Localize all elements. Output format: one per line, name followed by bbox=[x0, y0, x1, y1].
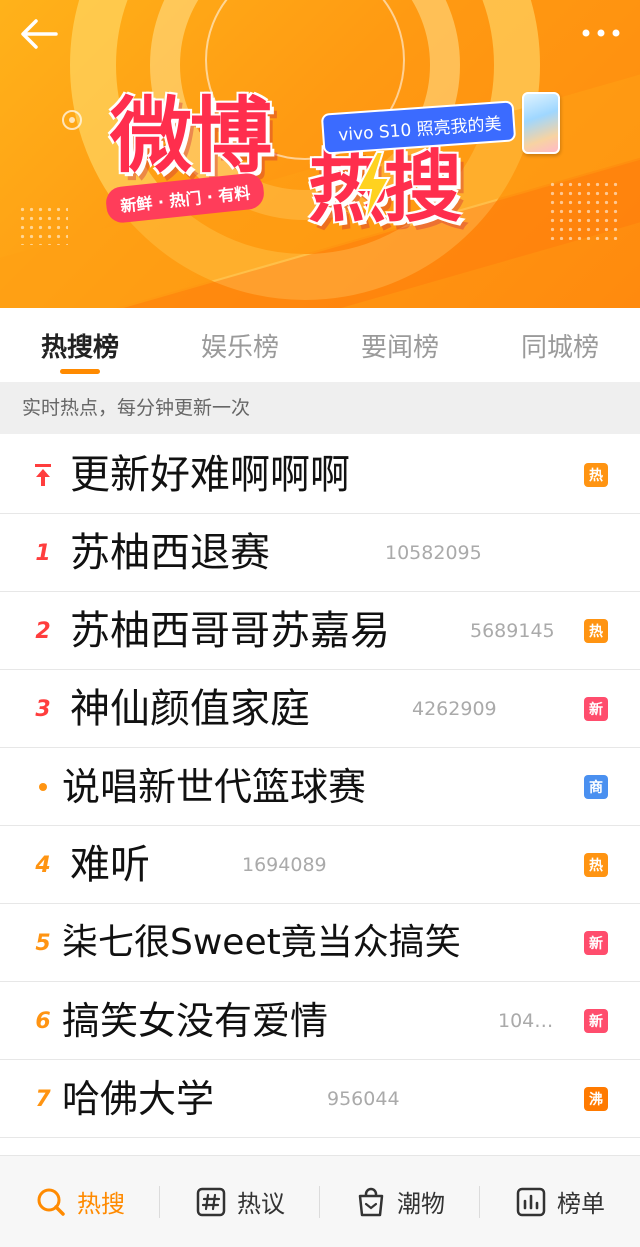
lightning-bolt-icon bbox=[355, 151, 391, 223]
badge-hot: 热 bbox=[584, 463, 608, 487]
item-title: 哈佛大学 bbox=[62, 1077, 215, 1121]
more-dots-icon bbox=[582, 29, 620, 37]
more-options-button[interactable] bbox=[578, 18, 624, 48]
nav-label: 榜单 bbox=[557, 1190, 605, 1218]
nav-trending-items[interactable]: 潮物 bbox=[320, 1156, 480, 1247]
tab-label: 同城榜 bbox=[520, 332, 599, 363]
list-item[interactable]: 3 神仙颜值家庭 4262909 新 bbox=[0, 670, 640, 748]
active-tab-indicator bbox=[60, 369, 100, 374]
rank-number: 5 bbox=[35, 930, 51, 956]
tab-label: 娱乐榜 bbox=[200, 332, 279, 363]
back-button[interactable] bbox=[16, 14, 62, 54]
item-title: 苏柚西哥哥苏嘉易 bbox=[70, 608, 390, 654]
item-title: 苏柚西退赛 bbox=[70, 530, 270, 576]
bottom-nav: 热搜 热议 潮物 榜单 bbox=[0, 1155, 640, 1247]
hashtag-icon bbox=[196, 1187, 226, 1216]
rank-number: 4 bbox=[35, 852, 51, 878]
list-item[interactable]: 7 哈佛大学 956044 沸 bbox=[0, 1060, 640, 1138]
badge-new: 新 bbox=[584, 1009, 608, 1033]
badge-ad: 商 bbox=[584, 775, 608, 799]
tab-entertainment[interactable]: 娱乐榜 bbox=[160, 308, 320, 382]
list-item[interactable]: 2 苏柚西哥哥苏嘉易 5689145 热 bbox=[0, 592, 640, 670]
item-count: 1694089 bbox=[242, 854, 327, 876]
bar-chart-icon bbox=[516, 1187, 546, 1216]
logo-weibo-text: 微博 bbox=[110, 88, 272, 184]
rank-number: 1 bbox=[35, 540, 51, 566]
badge-hot: 热 bbox=[584, 619, 608, 643]
badge-new: 新 bbox=[584, 697, 608, 721]
rank-marker bbox=[30, 436, 56, 514]
update-notice: 实时热点，每分钟更新一次 bbox=[0, 382, 640, 434]
list-item[interactable]: 6 搞笑女没有爱情 104… 新 bbox=[0, 982, 640, 1060]
header-banner: 微博 热搜 新鲜 · 热门 · 有料 vivo S10 照亮我的美 bbox=[0, 0, 640, 308]
item-count: 4262909 bbox=[412, 698, 497, 720]
tab-news[interactable]: 要闻榜 bbox=[320, 308, 480, 382]
item-title: 难听 bbox=[70, 842, 150, 888]
rank-marker bbox=[30, 748, 56, 826]
list-item[interactable]: 4 难听 1694089 热 bbox=[0, 826, 640, 904]
rank-number: 7 bbox=[35, 1086, 51, 1112]
sponsor-label[interactable]: vivo S10 照亮我的美 bbox=[320, 100, 517, 155]
tab-label: 要闻榜 bbox=[360, 332, 439, 363]
dot-icon bbox=[39, 783, 47, 791]
search-icon bbox=[37, 1188, 65, 1216]
list-item[interactable]: 1 苏柚西退赛 10582095 bbox=[0, 514, 640, 592]
nav-discussion[interactable]: 热议 bbox=[160, 1156, 320, 1247]
item-count: 104… bbox=[498, 1010, 554, 1032]
weibo-resou-logo: 微博 热搜 新鲜 · 热门 · 有料 vivo S10 照亮我的美 bbox=[96, 88, 560, 238]
item-count: 5689145 bbox=[470, 620, 555, 642]
nav-label: 热搜 bbox=[77, 1190, 125, 1218]
rank-number: 6 bbox=[35, 1008, 51, 1034]
item-count: 10582095 bbox=[385, 542, 482, 564]
target-decoration-icon bbox=[62, 110, 82, 130]
item-title: 说唱新世代篮球赛 bbox=[62, 765, 367, 809]
badge-boil: 沸 bbox=[584, 1087, 608, 1111]
rank-number: 2 bbox=[35, 618, 51, 644]
rank-number: 3 bbox=[35, 696, 51, 722]
back-arrow-icon bbox=[21, 19, 58, 49]
sponsor-phone-image bbox=[522, 92, 560, 154]
item-title: 搞笑女没有爱情 bbox=[62, 999, 329, 1043]
hot-search-list: 更新好难啊啊啊 热 1 苏柚西退赛 10582095 2 苏柚西哥哥苏嘉易 56… bbox=[0, 436, 640, 1138]
item-title: 更新好难啊啊啊 bbox=[70, 452, 350, 498]
tab-hot-search[interactable]: 热搜榜 bbox=[0, 308, 160, 382]
tab-local[interactable]: 同城榜 bbox=[480, 308, 640, 382]
list-item[interactable]: 说唱新世代篮球赛 商 bbox=[0, 748, 640, 826]
pin-top-icon bbox=[35, 464, 51, 486]
badge-new: 新 bbox=[584, 931, 608, 955]
tab-label: 热搜榜 bbox=[40, 332, 119, 363]
item-title: 神仙颜值家庭 bbox=[70, 686, 310, 732]
nav-hot-search[interactable]: 热搜 bbox=[0, 1156, 160, 1247]
nav-rankings[interactable]: 榜单 bbox=[480, 1156, 640, 1247]
list-item[interactable]: 更新好难啊啊啊 热 bbox=[0, 436, 640, 514]
nav-label: 潮物 bbox=[397, 1190, 445, 1218]
shopping-bag-icon bbox=[358, 1187, 384, 1216]
badge-hot: 热 bbox=[584, 853, 608, 877]
ranking-tabs: 热搜榜 娱乐榜 要闻榜 同城榜 bbox=[0, 308, 640, 382]
item-count: 956044 bbox=[327, 1088, 400, 1110]
item-title: 柒七很Sweet竟当众搞笑 bbox=[62, 922, 461, 963]
nav-label: 热议 bbox=[237, 1190, 285, 1218]
list-item[interactable]: 5 柒七很Sweet竟当众搞笑 新 bbox=[0, 904, 640, 982]
